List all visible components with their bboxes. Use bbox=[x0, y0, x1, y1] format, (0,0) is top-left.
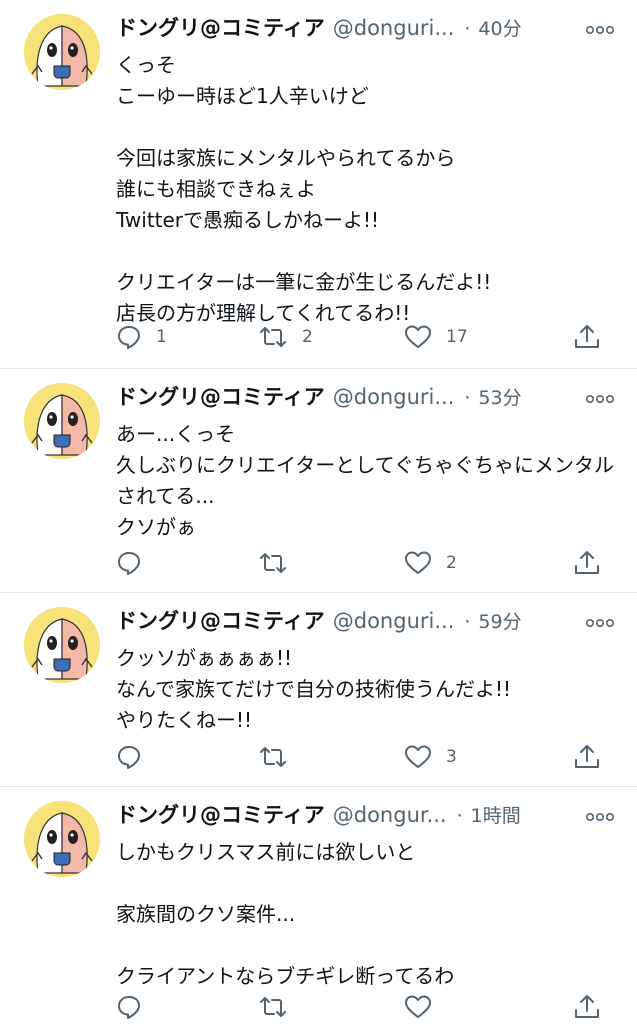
display-name[interactable]: ドングリ@コミティア bbox=[116, 381, 325, 411]
tweet-text: くっそ こーゆー時ほど1人辛いけど 今回は家族にメンタルやられてるから 誰にも相… bbox=[116, 53, 492, 325]
more-dots-icon[interactable] bbox=[585, 615, 615, 631]
retweet-count: 2 bbox=[302, 327, 313, 347]
avatar-illustration-icon bbox=[24, 14, 100, 90]
tweet[interactable]: ドングリ@コミティア @donguri... · 53分 あー...くっそ 久し… bbox=[0, 369, 637, 593]
user-handle[interactable]: @dongur... bbox=[333, 803, 447, 827]
tweet-header: ドングリ@コミティア @donguri... · 40分 bbox=[116, 12, 615, 46]
tweet-actions: 2 bbox=[116, 549, 601, 577]
share-upload-icon bbox=[575, 325, 599, 348]
tweet-text: しかもクリスマス前には欲しいと 家族間のクソ案件... クライアントならブチギレ… bbox=[116, 840, 455, 988]
timestamp[interactable]: 1時間 bbox=[471, 801, 521, 828]
share-button[interactable] bbox=[573, 323, 601, 351]
separator-dot: · bbox=[464, 387, 471, 409]
heart-outline-icon bbox=[405, 995, 431, 1018]
share-button[interactable] bbox=[573, 743, 601, 771]
speech-bubble-icon bbox=[118, 552, 140, 575]
more-dots-icon[interactable] bbox=[585, 391, 615, 407]
tweet-content: ドングリ@コミティア @dongur... · 1時間 しかもクリスマス前には欲… bbox=[116, 799, 615, 992]
tweet-text: あー...くっそ 久しぶりにクリエイターとしてぐちゃぐちゃにメンタルされてる..… bbox=[116, 422, 614, 539]
like-count: 3 bbox=[446, 747, 457, 767]
heart-outline-icon bbox=[405, 745, 431, 768]
retweet-button[interactable]: 2 bbox=[258, 323, 404, 351]
share-button[interactable] bbox=[573, 993, 601, 1021]
display-name[interactable]: ドングリ@コミティア bbox=[116, 605, 325, 635]
more-dots-icon[interactable] bbox=[585, 809, 615, 825]
reply-button[interactable]: 1 bbox=[116, 323, 258, 351]
tweet[interactable]: ドングリ@コミティア @dongur... · 1時間 しかもクリスマス前には欲… bbox=[0, 787, 637, 1034]
tweet-content: ドングリ@コミティア @donguri... · 59分 クッソがぁぁぁぁ!! … bbox=[116, 605, 615, 736]
like-button[interactable]: 17 bbox=[404, 323, 550, 351]
like-button[interactable]: 3 bbox=[404, 743, 550, 771]
avatar[interactable] bbox=[24, 383, 100, 459]
user-handle[interactable]: @donguri... bbox=[333, 385, 455, 409]
like-button[interactable]: 2 bbox=[404, 549, 550, 577]
avatar-illustration-icon bbox=[24, 801, 100, 877]
display-name[interactable]: ドングリ@コミティア bbox=[116, 12, 325, 42]
share-button[interactable] bbox=[573, 549, 601, 577]
speech-bubble-icon bbox=[118, 996, 140, 1019]
tweet-text: クッソがぁぁぁぁ!! なんで家族てだけで自分の技術使うんだよ!! やりたくねー!… bbox=[116, 646, 512, 732]
reply-count: 1 bbox=[156, 327, 167, 347]
retweet-arrows-icon bbox=[260, 997, 286, 1017]
tweet-header: ドングリ@コミティア @donguri... · 53分 bbox=[116, 381, 615, 415]
retweet-button[interactable] bbox=[258, 993, 404, 1021]
share-upload-icon bbox=[575, 995, 599, 1018]
heart-outline-icon bbox=[405, 325, 431, 348]
tweet-content: ドングリ@コミティア @donguri... · 53分 あー...くっそ 久し… bbox=[116, 381, 615, 543]
timestamp[interactable]: 53分 bbox=[478, 383, 521, 410]
retweet-button[interactable] bbox=[258, 743, 404, 771]
tweet-actions: 3 bbox=[116, 743, 601, 771]
retweet-arrows-icon bbox=[260, 553, 286, 573]
user-handle[interactable]: @donguri... bbox=[333, 609, 455, 633]
tweet-header: ドングリ@コミティア @dongur... · 1時間 bbox=[116, 799, 615, 833]
tweet-header: ドングリ@コミティア @donguri... · 59分 bbox=[116, 605, 615, 639]
retweet-button[interactable] bbox=[258, 549, 404, 577]
heart-outline-icon bbox=[405, 551, 431, 574]
avatar[interactable] bbox=[24, 801, 100, 877]
avatar[interactable] bbox=[24, 14, 100, 90]
retweet-arrows-icon bbox=[260, 747, 286, 767]
display-name[interactable]: ドングリ@コミティア bbox=[116, 799, 325, 829]
reply-button[interactable] bbox=[116, 993, 258, 1021]
like-count: 17 bbox=[446, 327, 468, 347]
separator-dot: · bbox=[456, 805, 463, 827]
avatar-illustration-icon bbox=[24, 383, 100, 459]
tweet[interactable]: ドングリ@コミティア @donguri... · 40分 くっそ こーゆー時ほど… bbox=[0, 0, 637, 369]
more-dots-icon[interactable] bbox=[585, 22, 615, 38]
reply-button[interactable] bbox=[116, 549, 258, 577]
speech-bubble-icon bbox=[118, 326, 140, 349]
avatar[interactable] bbox=[24, 607, 100, 683]
timestamp[interactable]: 59分 bbox=[478, 607, 521, 634]
like-button[interactable] bbox=[404, 993, 550, 1021]
tweet[interactable]: ドングリ@コミティア @donguri... · 59分 クッソがぁぁぁぁ!! … bbox=[0, 593, 637, 787]
tweet-content: ドングリ@コミティア @donguri... · 40分 くっそ こーゆー時ほど… bbox=[116, 12, 615, 329]
timeline-feed: ドングリ@コミティア @donguri... · 40分 くっそ こーゆー時ほど… bbox=[0, 0, 637, 1034]
timestamp[interactable]: 40分 bbox=[478, 14, 521, 41]
retweet-arrows-icon bbox=[260, 327, 286, 347]
like-count: 2 bbox=[446, 553, 457, 573]
avatar-illustration-icon bbox=[24, 607, 100, 683]
tweet-actions bbox=[116, 993, 601, 1021]
tweet-actions: 1 2 17 bbox=[116, 323, 601, 351]
user-handle[interactable]: @donguri... bbox=[333, 16, 455, 40]
share-upload-icon bbox=[575, 745, 599, 768]
separator-dot: · bbox=[464, 18, 471, 40]
separator-dot: · bbox=[464, 611, 471, 633]
speech-bubble-icon bbox=[118, 746, 140, 769]
share-upload-icon bbox=[575, 551, 599, 574]
reply-button[interactable] bbox=[116, 743, 258, 771]
